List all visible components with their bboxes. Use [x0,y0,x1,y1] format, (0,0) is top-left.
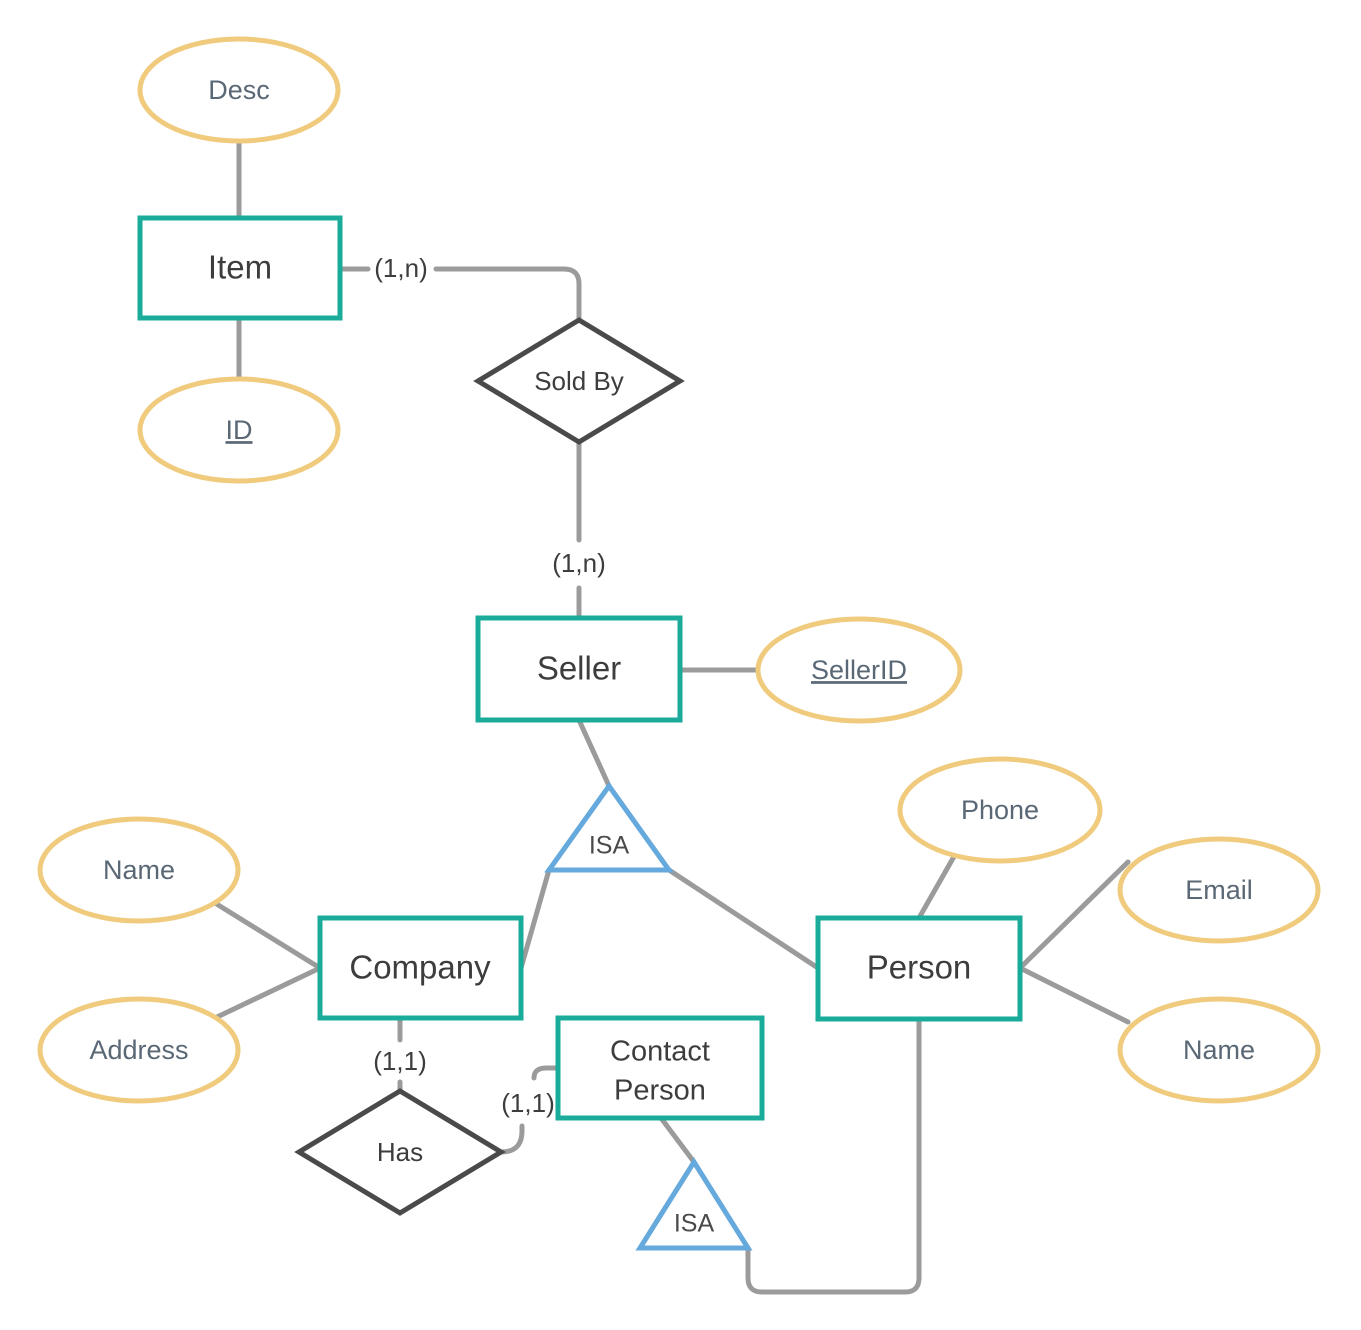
attribute-label-desc: Desc [208,75,270,105]
attribute-label-sellerid: SellerID [811,655,907,685]
entity-person[interactable]: Person [815,915,1023,1022]
edge-isa-person [666,867,821,971]
attribute-desc[interactable]: Desc [137,36,341,144]
edge-isa-company [518,867,552,971]
entity-label-company: Company [349,949,491,986]
attribute-label-id: ID [226,415,253,445]
entity-item[interactable]: Item [137,215,343,321]
entity-label-person: Person [867,949,972,986]
cardinality-has-contact: (1,1) [501,1088,554,1118]
relationship-sold-by[interactable]: Sold By [473,317,685,445]
er-diagram-canvas: Desc ID SellerID Name Address Phone Emai… [0,0,1361,1330]
edge-seller-isa [576,717,612,789]
entity-label-contact-person-line1: Contact [610,1036,710,1068]
entity-seller[interactable]: Seller [475,615,683,723]
edge-item-soldby [433,266,582,323]
cardinality-soldby-seller: (1,n) [552,548,605,578]
edge-isa-contact-person [745,1016,922,1295]
attribute-sellerid[interactable]: SellerID [755,616,963,724]
entity-label-contact-person-line2: Person [614,1075,706,1107]
edge-person-email [1017,859,1131,971]
edge-company-address [212,965,323,1021]
attribute-label-company-address: Address [89,1035,188,1065]
cardinality-item-soldby: (1,n) [374,253,427,283]
edge-has-contact-lower [498,1123,525,1155]
er-diagram-svg: Desc ID SellerID Name Address Phone Emai… [37,36,1321,1295]
entity-company[interactable]: Company [317,915,524,1021]
isa-node-contact-person[interactable]: ISA [635,1157,753,1251]
attribute-label-person-email: Email [1185,875,1253,905]
relationship-label-sold-by: Sold By [534,366,624,396]
edge-has-contact-upper [531,1065,561,1081]
attribute-person-name[interactable]: Name [1117,996,1321,1104]
edge-contact-isa [658,1115,697,1165]
attribute-label-person-phone: Phone [961,795,1039,825]
attribute-label-person-name: Name [1183,1035,1255,1065]
attribute-person-phone[interactable]: Phone [897,756,1103,864]
cardinality-company-has: (1,1) [373,1046,426,1076]
isa-label-contact-person: ISA [674,1210,715,1238]
attribute-label-company-name: Name [103,855,175,885]
attribute-company-name[interactable]: Name [37,816,241,924]
isa-node-seller[interactable]: ISA [544,781,674,873]
relationship-label-has: Has [377,1137,423,1167]
attribute-person-email[interactable]: Email [1117,836,1321,944]
entity-contact-person[interactable]: Contact Person [555,1015,765,1121]
attribute-company-address[interactable]: Address [37,996,241,1104]
edge-person-name [1017,965,1131,1025]
entity-label-seller: Seller [537,650,621,687]
isa-label-seller: ISA [589,832,630,860]
entity-label-item: Item [208,249,272,286]
edge-company-name [212,900,323,971]
relationship-has[interactable]: Has [294,1088,506,1216]
attribute-id[interactable]: ID [137,376,341,484]
attribute-layer: Desc ID SellerID Name Address Phone Emai… [37,36,1321,1104]
